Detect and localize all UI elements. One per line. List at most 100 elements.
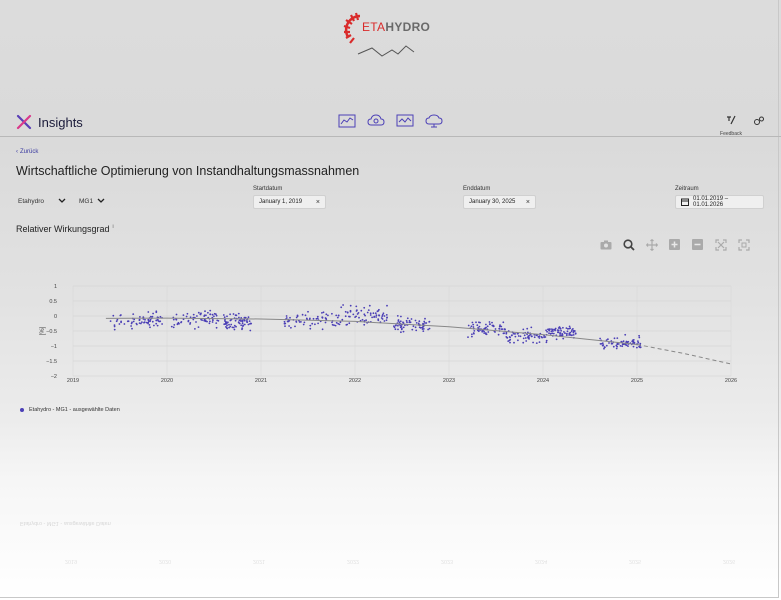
data-point (216, 319, 219, 322)
chart-title: Relativer Wirkungsgrad i (16, 224, 114, 234)
data-point (152, 312, 155, 315)
data-point (613, 337, 616, 340)
chart-legend[interactable]: Etahydro - MG1 - ausgewählte Daten (20, 407, 120, 413)
data-point (144, 318, 146, 321)
pan-icon[interactable] (644, 237, 659, 252)
data-point (556, 329, 559, 331)
logo-wordmark: ETAHYDRO (362, 20, 431, 34)
end-date-input[interactable]: January 30, 2025 × (463, 195, 536, 209)
data-point (386, 317, 388, 319)
data-point (381, 313, 384, 316)
data-point (554, 329, 556, 332)
clear-start-date-icon[interactable]: × (316, 199, 320, 206)
data-point (373, 315, 376, 318)
brand-title: Insights (38, 114, 83, 130)
data-point (492, 325, 495, 328)
chart-line-icon[interactable] (338, 113, 356, 129)
data-point (397, 324, 399, 327)
etahydro-logo: ETAHYDRO (340, 8, 440, 62)
data-point (522, 337, 525, 340)
data-point (401, 327, 403, 330)
data-point (211, 321, 214, 323)
clear-end-date-icon[interactable]: × (526, 199, 530, 206)
efficiency-chart[interactable]: 10.50−0.5−1−1.5−2 2019 2020 2021 2022 2023 20… (0, 270, 781, 390)
data-point (551, 328, 553, 330)
data-point (488, 323, 491, 326)
data-point (414, 326, 417, 329)
info-marker[interactable]: i (113, 224, 114, 230)
data-point (410, 318, 413, 320)
data-point (467, 324, 470, 327)
data-point (507, 340, 510, 342)
cloud-settings-icon[interactable] (425, 113, 443, 129)
reset-axes-icon[interactable] (736, 237, 751, 252)
data-point (523, 334, 526, 337)
data-point (422, 330, 425, 332)
data-point (348, 315, 350, 318)
data-point (284, 325, 286, 327)
data-point (321, 312, 323, 314)
settings-icon[interactable] (753, 114, 765, 132)
data-point (241, 320, 244, 323)
back-link[interactable]: ‹ Zurück (16, 149, 38, 155)
zoom-in-icon[interactable] (667, 237, 682, 252)
data-point (118, 323, 121, 325)
data-point (522, 341, 525, 344)
x-tick-label: 2019 (67, 378, 79, 384)
data-point (309, 324, 312, 327)
data-point (371, 316, 373, 319)
data-point (249, 329, 252, 332)
data-point (638, 336, 641, 339)
data-point (155, 322, 158, 325)
data-point (148, 324, 151, 326)
data-point (375, 316, 377, 318)
data-point (136, 323, 138, 326)
feedback-button[interactable]: Feedback (718, 112, 744, 137)
data-point (363, 306, 366, 309)
camera-icon[interactable] (598, 237, 613, 252)
data-point (349, 304, 352, 307)
data-point (552, 332, 555, 335)
range-picker[interactable]: 01.01.2019 – 01.01.2026 (675, 195, 764, 209)
data-point (346, 311, 349, 314)
data-point (472, 323, 475, 326)
cloud-brain-icon[interactable] (367, 113, 385, 129)
monitor-chart-icon[interactable] (396, 113, 414, 129)
data-point (238, 319, 241, 322)
brand[interactable]: Insights (16, 114, 83, 130)
data-point (533, 336, 536, 339)
end-date-value: January 30, 2025 (469, 199, 516, 205)
data-point (485, 323, 487, 326)
data-point (289, 316, 291, 319)
zoom-out-icon[interactable] (690, 237, 705, 252)
data-point (316, 315, 319, 318)
data-point (243, 319, 246, 322)
data-point (399, 320, 402, 323)
data-point (298, 321, 301, 323)
data-point (476, 324, 479, 327)
zoom-icon[interactable] (621, 237, 636, 252)
autoscale-icon[interactable] (713, 237, 728, 252)
data-point (229, 313, 232, 316)
start-date-input[interactable]: January 1, 2019 × (253, 195, 326, 209)
data-point (475, 321, 477, 324)
data-point (487, 331, 490, 333)
data-point (568, 327, 571, 330)
data-point (224, 321, 227, 323)
data-point (369, 312, 372, 315)
data-point (572, 331, 575, 334)
data-point (559, 327, 562, 330)
data-point (182, 314, 185, 316)
data-point (408, 319, 411, 322)
data-point (116, 318, 119, 321)
data-point (336, 316, 339, 319)
data-point (187, 320, 190, 323)
data-point (138, 319, 141, 322)
data-point (602, 344, 605, 346)
data-point (283, 322, 286, 325)
data-point (467, 336, 469, 338)
plant-select[interactable]: Etahydro (18, 194, 66, 208)
data-point (285, 315, 288, 317)
data-point (127, 320, 130, 323)
unit-select[interactable]: MG1 (79, 194, 105, 208)
